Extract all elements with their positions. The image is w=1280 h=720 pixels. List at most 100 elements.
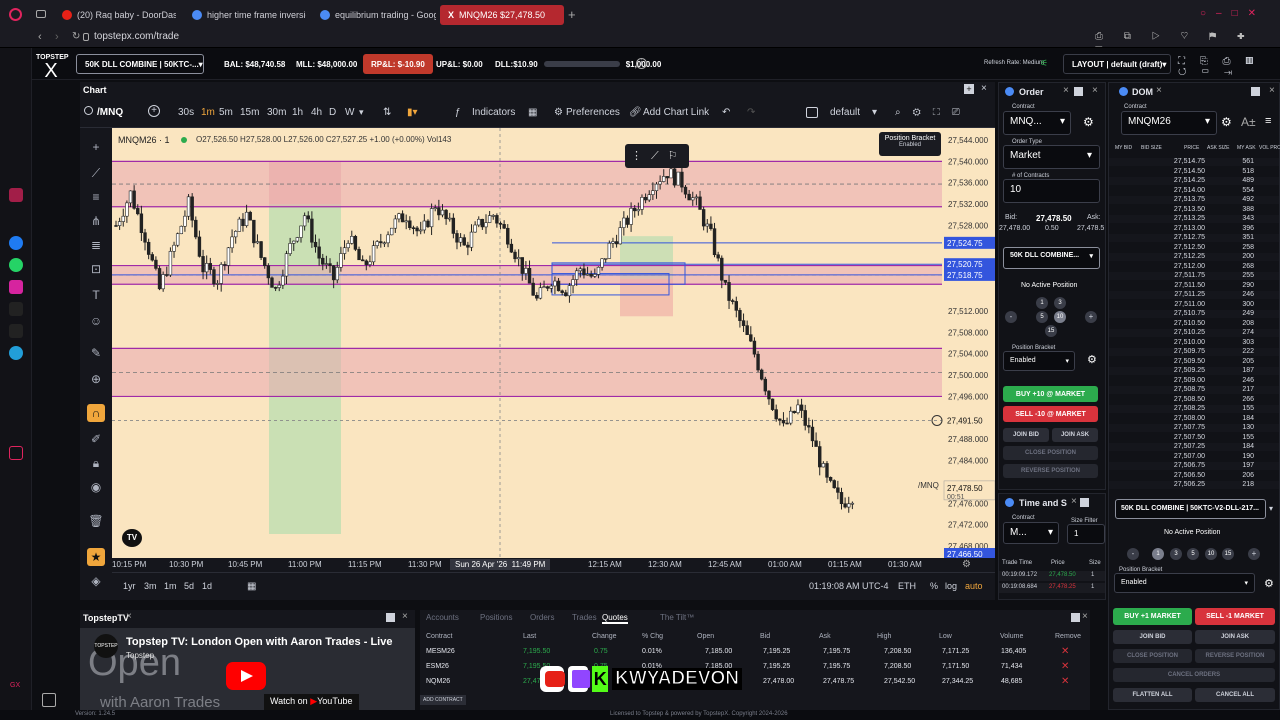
dom-row[interactable]: 27,513.25 343	[1109, 215, 1279, 224]
dom-cancel-orders-button[interactable]: CANCEL ORDERS	[1113, 668, 1275, 682]
quotes-tab-0[interactable]: Accounts	[426, 613, 459, 622]
decrement-button[interactable]: -	[1005, 311, 1017, 323]
dom-bracket-selector[interactable]: Enabled ▾	[1114, 573, 1255, 593]
drawing-mini-toolbar[interactable]: ⋮⟋⚐	[625, 144, 689, 168]
dom-row[interactable]: 27,514.75 561	[1109, 158, 1279, 167]
add-symbol-icon[interactable]: +	[148, 105, 160, 117]
timeframe-5m[interactable]: 5m	[219, 107, 233, 118]
indicators-icon[interactable]: ƒ	[455, 107, 461, 118]
dom-row[interactable]: 27,513.50 388	[1109, 206, 1279, 214]
info-icon[interactable]: i	[636, 58, 647, 69]
templates-icon[interactable]: ▦	[528, 107, 537, 118]
increment-button[interactable]: +	[1085, 311, 1097, 323]
tiktok-icon[interactable]	[9, 302, 23, 316]
remove-row-icon[interactable]: ✕	[1061, 676, 1069, 687]
percent-scale-toggle[interactable]: %	[930, 581, 938, 591]
panel-close-icon[interactable]: ×	[1269, 85, 1275, 96]
qty-chip-1[interactable]: 1	[1036, 297, 1048, 309]
forward-icon[interactable]: ›	[55, 31, 59, 43]
range-3m[interactable]: 3m	[144, 581, 157, 591]
dom-row[interactable]: 27,511.00 300	[1109, 301, 1279, 309]
timeframe-D[interactable]: D	[329, 107, 336, 118]
dom-row[interactable]: 27,512.50 258	[1109, 244, 1279, 252]
buy-market-button[interactable]: BUY +10 @ MARKET	[1003, 386, 1098, 402]
panel-add-icon[interactable]: +	[964, 84, 974, 94]
panel-add-icon[interactable]	[386, 613, 395, 622]
panel-close-icon[interactable]: ×	[1156, 85, 1162, 96]
hline-tool-icon[interactable]: ≡	[88, 190, 104, 204]
panel-add-icon[interactable]	[1074, 87, 1083, 96]
play-button-icon[interactable]	[226, 662, 266, 690]
order-type-selector[interactable]: Market ▾	[1003, 145, 1100, 169]
auto-scale-toggle[interactable]: auto	[965, 581, 983, 591]
search-icon[interactable]	[84, 106, 93, 115]
ruler-tool-icon[interactable]: ✎	[88, 346, 104, 360]
chevron-down-icon[interactable]: ▾	[359, 107, 364, 118]
dom-row[interactable]: 27,514.50 518	[1109, 168, 1279, 176]
browser-tab-2[interactable]: higher time frame inversio	[184, 5, 306, 25]
account-selector[interactable]: 50K DLL COMBINE | 50KTC-... ▾	[76, 54, 204, 74]
dom-row[interactable]: 27,507.25 184	[1109, 443, 1279, 452]
whatsapp-icon[interactable]	[9, 258, 23, 272]
size-filter-input[interactable]: 1	[1067, 524, 1105, 544]
tas-contract-selector[interactable]: M... ▾	[1003, 522, 1059, 544]
timeframe-4h[interactable]: 4h	[311, 107, 322, 118]
preferences-button[interactable]: Preferences	[566, 107, 620, 118]
dom-row[interactable]: 27,509.25 187	[1109, 367, 1279, 376]
dom-ladder[interactable]: 27,514.75 561 27,514.50 518 27,514.25 489 27,5…	[1109, 158, 1279, 495]
chevron-down-icon[interactable]: ▾	[1269, 504, 1273, 513]
dom-row[interactable]: 27,508.50 266	[1109, 396, 1279, 404]
panel-close-icon[interactable]: ×	[1082, 611, 1088, 622]
dom-row[interactable]: 27,513.75 492	[1109, 196, 1279, 205]
line-tool-icon[interactable]: ⟋	[88, 166, 104, 180]
layout-toolbar-icons[interactable]: ⛶ ⎘ ⎙ ▥ ↺ ▭ ⇥	[1178, 56, 1280, 78]
quotes-tab-4[interactable]: Quotes	[602, 613, 628, 624]
gear-icon[interactable]: ⚙	[1087, 353, 1097, 366]
new-tab-button[interactable]: +	[568, 7, 576, 22]
dom-row[interactable]: 27,509.00 246	[1109, 377, 1279, 385]
timeframe-1m[interactable]: 1m	[201, 107, 215, 118]
zoom-tool-icon[interactable]: ⊕	[88, 372, 104, 386]
date-range-icon[interactable]: ▦	[247, 581, 256, 592]
contract-selector[interactable]: MNQ... ▾	[1003, 111, 1071, 135]
dom-row[interactable]: 27,512.00 268	[1109, 263, 1279, 271]
redo-icon[interactable]: ↷	[747, 107, 755, 118]
dom-row[interactable]: 27,513.00 396	[1109, 225, 1279, 233]
panel-close-icon[interactable]: ×	[126, 611, 132, 622]
browser-tab-3[interactable]: equilibrium trading - Goog	[312, 5, 436, 25]
reverse-position-button[interactable]: REVERSE POSITION	[1003, 464, 1098, 478]
favorite-tool-icon[interactable]: ★	[87, 548, 105, 566]
dom-row[interactable]: 27,510.75 249	[1109, 310, 1279, 319]
x-icon[interactable]	[9, 324, 23, 338]
trash-tool-icon[interactable]: 🗑︎	[88, 514, 104, 528]
range-1d[interactable]: 1d	[202, 581, 212, 591]
symbol-search-input[interactable]: /MNQ	[97, 107, 123, 118]
dom-row[interactable]: 27,512.25 200	[1109, 253, 1279, 262]
dom-row[interactable]: 27,514.25 489	[1109, 177, 1279, 186]
panel-close-icon[interactable]: ×	[981, 83, 987, 94]
qty-chip-1[interactable]: 1	[1152, 548, 1164, 560]
instagram-icon[interactable]	[9, 280, 23, 294]
timeframe-W[interactable]: W	[345, 107, 354, 118]
log-scale-toggle[interactable]: log	[945, 581, 957, 591]
dom-row[interactable]: 27,512.75 351	[1109, 234, 1279, 243]
tab-overview-icon[interactable]	[36, 10, 46, 18]
remove-row-icon[interactable]: ✕	[1061, 646, 1069, 657]
layout-checkbox[interactable]	[806, 107, 818, 118]
panel-add-icon[interactable]	[1251, 87, 1260, 96]
dom-row[interactable]: 27,514.00 554	[1109, 187, 1279, 195]
sidebar-settings-icon[interactable]	[9, 446, 23, 460]
panel-close-icon[interactable]: ×	[402, 611, 408, 622]
telegram-icon[interactable]	[9, 346, 23, 360]
qty-chip-10[interactable]: 10	[1205, 548, 1217, 560]
dom-buy-button[interactable]: BUY +1 MARKET	[1113, 608, 1192, 625]
chart-type-icon[interactable]: ⇅	[383, 107, 391, 118]
increment-button[interactable]: +	[1248, 548, 1260, 560]
indicators-button[interactable]: Indicators	[472, 107, 515, 118]
dom-row[interactable]: 27,510.25 274	[1109, 329, 1279, 338]
gx-icon[interactable]: GX	[10, 682, 20, 689]
flatten-all-button[interactable]: FLATTEN ALL	[1113, 688, 1192, 702]
range-1m[interactable]: 1m	[164, 581, 177, 591]
measure-tool-icon[interactable]: ⊡	[88, 262, 104, 276]
candle-style-icon[interactable]: ▮▾	[407, 107, 418, 118]
